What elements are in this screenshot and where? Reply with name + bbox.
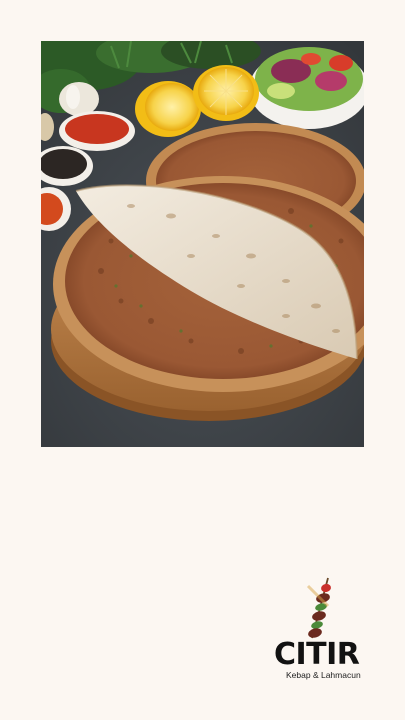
brand-logo: CITIR Kebap & Lahmacun — [272, 574, 368, 684]
kebab-skewer-icon — [306, 577, 331, 639]
brand-tagline: Kebap & Lahmacun — [286, 670, 361, 680]
food-photo — [41, 41, 364, 447]
brand-name: CITIR — [274, 637, 360, 672]
